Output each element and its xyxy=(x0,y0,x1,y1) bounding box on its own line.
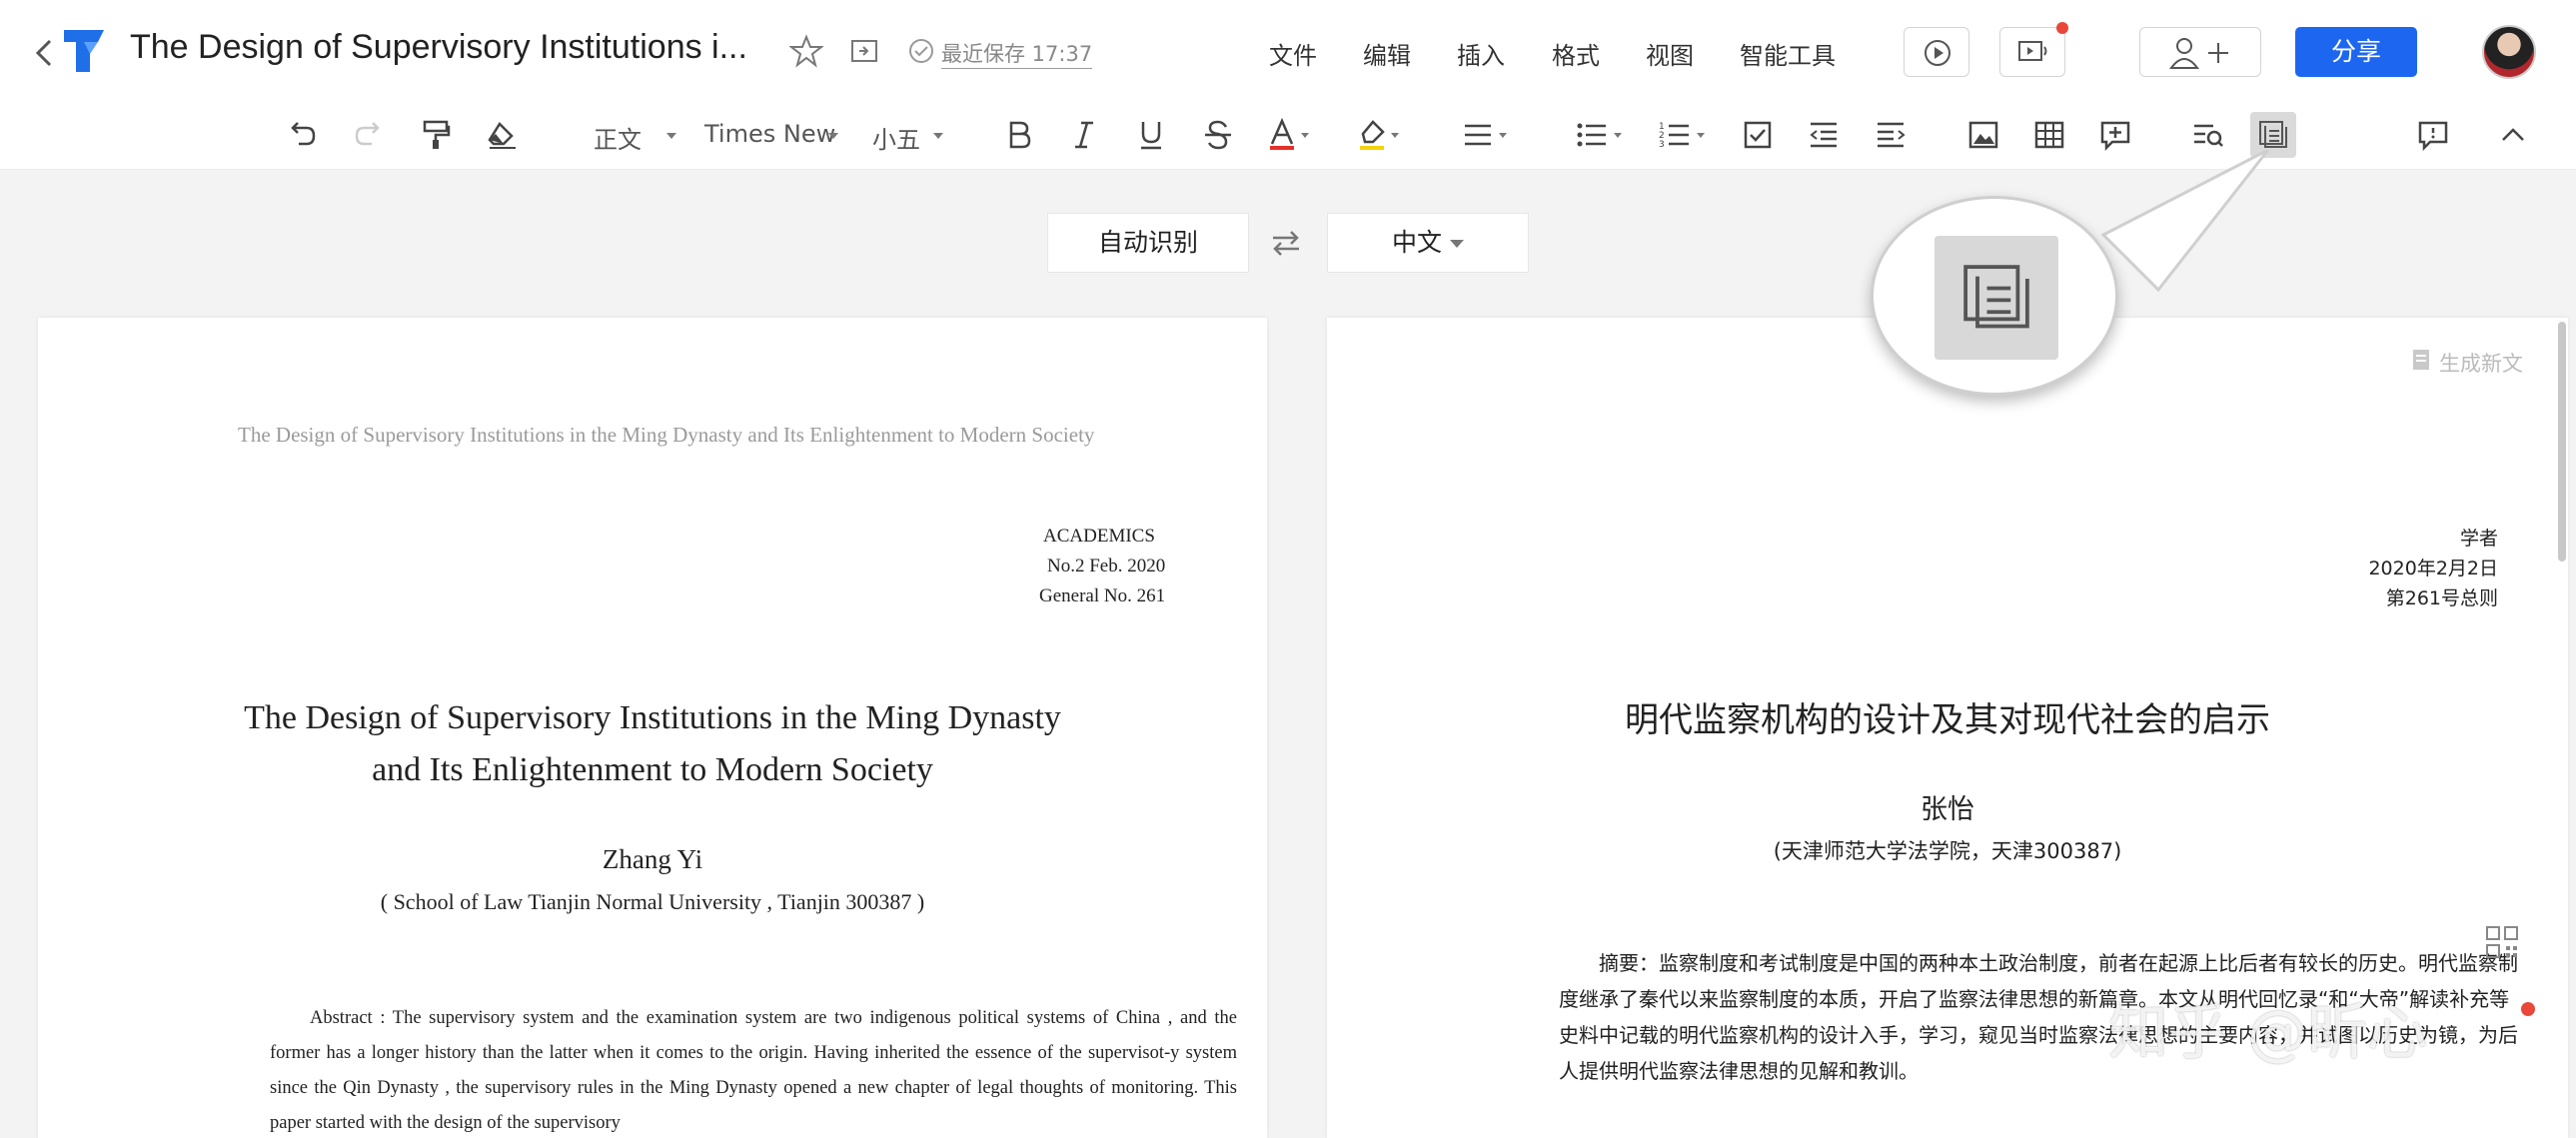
english-title-line-2: and Its Enlightenment to Modern Society xyxy=(372,751,933,788)
generate-new-document-button[interactable]: 生成新文 xyxy=(2439,348,2523,378)
add-collaborator-button[interactable] xyxy=(2139,27,2261,77)
chinese-title: 明代监察机构的设计及其对现代社会的启示 xyxy=(1625,700,2270,740)
star-icon[interactable] xyxy=(789,34,823,68)
translate-magnifier-callout xyxy=(1871,196,2118,396)
highlight-color-icon[interactable] xyxy=(1357,118,1401,152)
source-language-label: 自动识别 xyxy=(1097,228,1198,257)
collapse-toolbar-icon[interactable] xyxy=(2496,118,2530,152)
app-logo-icon xyxy=(64,30,104,72)
avatar[interactable] xyxy=(2482,25,2536,79)
numbered-list-icon[interactable]: 123 xyxy=(1657,118,1707,152)
strikethrough-icon[interactable] xyxy=(1201,118,1235,152)
chevron-down-icon xyxy=(933,133,943,139)
document-title[interactable]: The Design of Supervisory Institutions i… xyxy=(130,28,747,67)
checklist-icon[interactable] xyxy=(1741,118,1775,152)
add-user-icon xyxy=(2169,38,2228,69)
original-document-page[interactable]: The Design of Supervisory Institutions i… xyxy=(38,318,1267,1138)
english-abstract: Abstract : The supervisory system and th… xyxy=(270,1008,1237,1133)
clear-format-icon[interactable] xyxy=(486,118,520,152)
indent-icon[interactable] xyxy=(1874,118,1908,152)
chinese-author: 张怡 xyxy=(1921,794,1974,825)
chevron-down-icon xyxy=(828,133,838,139)
outdent-icon[interactable] xyxy=(1807,118,1841,152)
insert-comment-icon[interactable] xyxy=(2098,118,2132,152)
magnified-translate-button xyxy=(1934,236,2058,360)
redo-icon[interactable] xyxy=(352,118,386,152)
english-title-line-1: The Design of Supervisory Institutions i… xyxy=(244,699,1061,736)
menu-smart-tools[interactable]: 智能工具 xyxy=(1740,36,1836,71)
play-button[interactable] xyxy=(1904,27,1969,77)
menu-format[interactable]: 格式 xyxy=(1552,36,1600,71)
translate-icon xyxy=(2259,121,2287,148)
find-replace-icon[interactable] xyxy=(2191,118,2225,152)
notification-dot xyxy=(2056,22,2068,34)
saved-check-icon xyxy=(909,39,933,63)
share-button[interactable]: 分享 xyxy=(2295,27,2417,77)
journal-name-cn: 学者 xyxy=(2459,528,2498,550)
chevron-down-icon xyxy=(666,133,676,139)
menu-file[interactable]: 文件 xyxy=(1269,36,1317,71)
chevron-down-icon xyxy=(1450,240,1464,248)
save-status[interactable]: 最近保存 17:37 xyxy=(941,38,1093,69)
move-to-folder-icon[interactable] xyxy=(849,36,879,66)
menu-edit[interactable]: 编辑 xyxy=(1363,36,1411,71)
svg-text:3: 3 xyxy=(1659,140,1665,150)
qr-code-icon[interactable] xyxy=(2484,924,2520,960)
align-icon[interactable] xyxy=(1461,118,1509,152)
table-icon[interactable] xyxy=(2032,118,2066,152)
comment-panel-icon[interactable] xyxy=(2416,118,2450,152)
english-author: Zhang Yi xyxy=(602,844,703,874)
notification-dot xyxy=(2521,1002,2535,1016)
journal-general-cn: 第261号总则 xyxy=(2385,587,2498,609)
journal-date-cn: 2020年2月2日 xyxy=(2368,558,2498,579)
format-painter-icon[interactable] xyxy=(419,118,453,152)
journal-name: ACADEMICS xyxy=(1043,526,1155,547)
document-icon xyxy=(2413,350,2429,370)
font-family-select[interactable]: Times New xyxy=(704,120,835,148)
underline-icon[interactable] xyxy=(1134,118,1168,152)
journal-general-number: General No. 261 xyxy=(1039,585,1166,606)
target-language-label: 中文 xyxy=(1391,228,1442,257)
font-color-icon[interactable] xyxy=(1267,118,1311,152)
scrollbar-right[interactable] xyxy=(2558,322,2566,562)
english-affiliation: ( School of Law Tianjin Normal Universit… xyxy=(380,889,925,914)
zhihu-watermark: 知乎 @昕心 xyxy=(2108,998,2428,1068)
chinese-affiliation: (天津师范大学法学院，天津300387) xyxy=(1773,839,2122,863)
paragraph-style-select[interactable]: 正文 xyxy=(594,120,642,155)
font-size-select[interactable]: 小五 xyxy=(872,120,920,155)
bullet-list-icon[interactable] xyxy=(1574,118,1624,152)
play-icon xyxy=(1925,40,1950,66)
back-arrow-icon[interactable] xyxy=(30,33,60,73)
bold-icon[interactable] xyxy=(1001,118,1035,152)
journal-issue: No.2 Feb. 2020 xyxy=(1047,556,1166,576)
translate-icon xyxy=(1963,265,2029,329)
undo-icon[interactable] xyxy=(285,118,319,152)
image-icon[interactable] xyxy=(1966,118,2000,152)
source-language-select[interactable]: 自动识别 xyxy=(1047,213,1249,273)
menu-insert[interactable]: 插入 xyxy=(1457,36,1505,71)
italic-icon[interactable] xyxy=(1067,118,1101,152)
target-language-select[interactable]: 中文 xyxy=(1327,213,1529,273)
presentation-icon xyxy=(2018,41,2047,61)
running-head: The Design of Supervisory Institutions i… xyxy=(238,423,1095,447)
menu-view[interactable]: 视图 xyxy=(1646,36,1694,71)
present-button[interactable] xyxy=(1999,27,2065,77)
swap-languages-icon[interactable] xyxy=(1269,228,1303,258)
top-bar: The Design of Supervisory Institutions i… xyxy=(0,0,2576,100)
